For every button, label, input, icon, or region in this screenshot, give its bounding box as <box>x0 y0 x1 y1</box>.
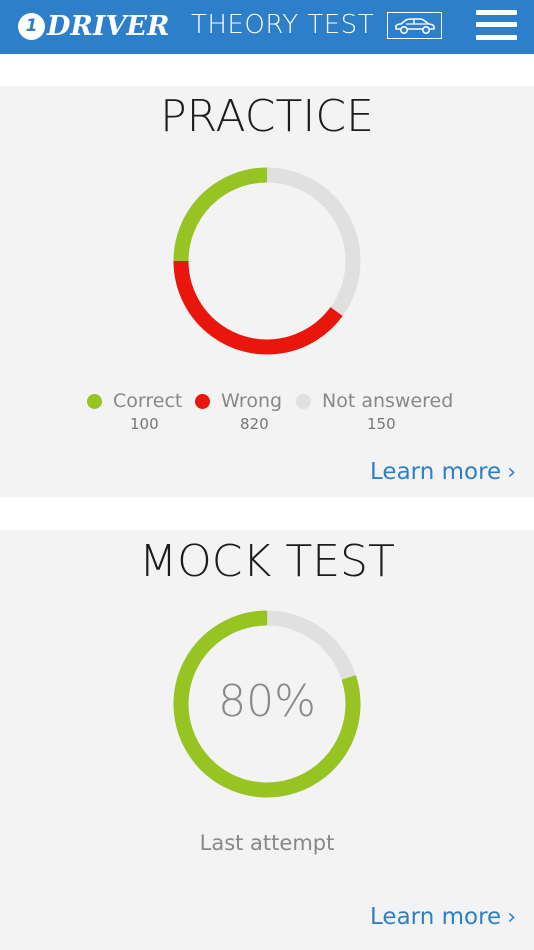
wrong-dot-icon <box>195 393 210 409</box>
legend-count: 150 <box>367 415 396 433</box>
legend-count: 820 <box>240 415 269 433</box>
app-title: THEORY TEST <box>191 10 375 40</box>
mock-test-learn-more-link[interactable]: Learn more › <box>370 904 516 930</box>
learn-more-label: Learn more <box>370 904 502 930</box>
learn-more-label: Learn more <box>370 459 502 485</box>
ring-segment-wrong <box>173 167 361 355</box>
vehicle-category-button[interactable] <box>387 12 442 39</box>
car-icon <box>394 17 435 34</box>
app-logo[interactable]: 1 DRIVER <box>18 9 169 43</box>
practice-learn-more-link[interactable]: Learn more › <box>370 459 516 485</box>
last-attempt-label: Last attempt <box>199 831 335 855</box>
legend-label: Not answered <box>322 390 454 412</box>
practice-donut-chart <box>173 167 361 355</box>
logo-wordmark: DRIVER <box>47 10 170 42</box>
not-answered-dot-icon <box>296 393 311 409</box>
chevron-right-icon: › <box>507 904 516 930</box>
mock-test-score: 80% <box>218 676 316 727</box>
legend-label: Correct <box>113 390 183 412</box>
practice-title: PRACTICE <box>160 91 374 142</box>
correct-dot-icon <box>87 393 102 409</box>
practice-legend: Correct 100 Wrong 820 Not answered 150 <box>0 390 534 440</box>
app-header: 1 DRIVER THEORY TEST <box>0 0 534 54</box>
mock-test-title: MOCK TEST <box>139 536 395 587</box>
chevron-right-icon: › <box>507 459 516 485</box>
legend-item-not-answered: Not answered 150 <box>296 390 454 433</box>
logo-number: 1 <box>18 12 45 40</box>
legend-item-correct: Correct 100 <box>87 390 183 433</box>
legend-count: 100 <box>130 415 159 433</box>
hamburger-menu-icon[interactable] <box>476 10 517 40</box>
legend-item-wrong: Wrong 820 <box>195 390 283 433</box>
legend-label: Wrong <box>221 390 283 412</box>
